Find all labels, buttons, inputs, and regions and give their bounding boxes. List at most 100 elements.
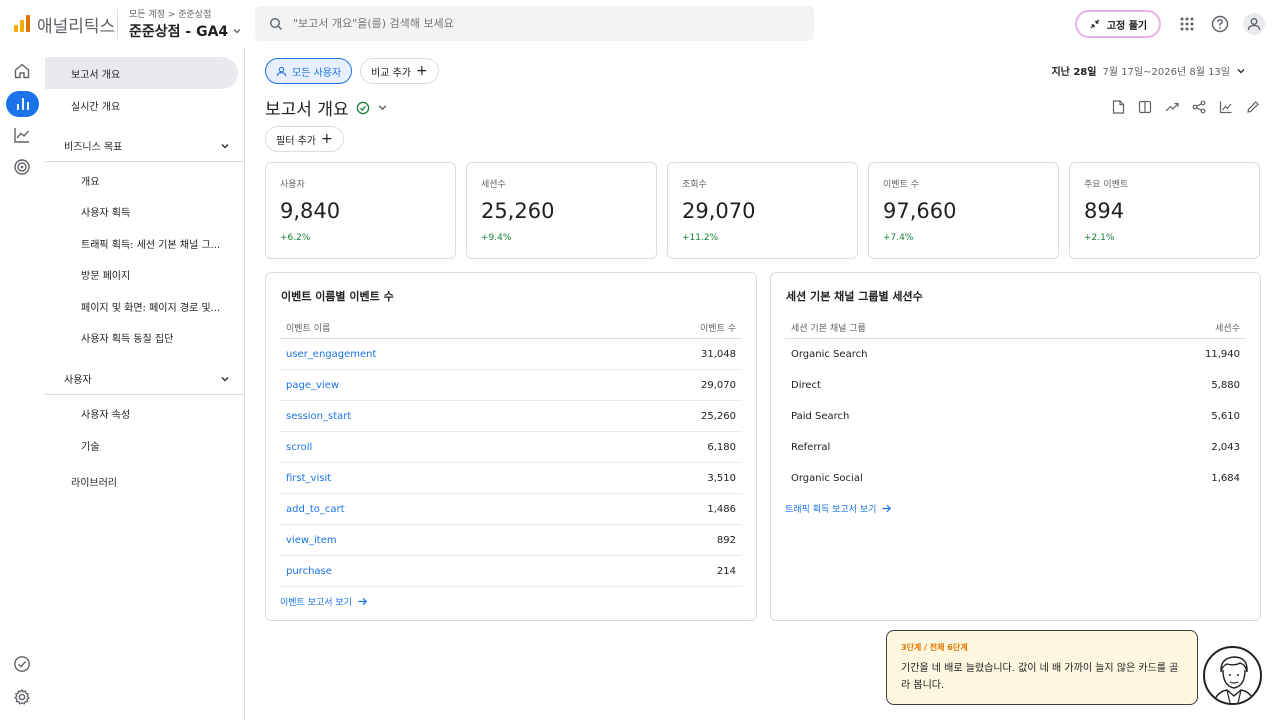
chevron-down-icon: [221, 376, 229, 381]
nav-item-reports-snapshot[interactable]: 보고서 개요: [45, 57, 238, 89]
column-header-sessions[interactable]: 세션수: [1215, 321, 1240, 334]
event-count: 25,260: [701, 410, 736, 422]
account-avatar-icon[interactable]: [1243, 13, 1265, 35]
view-traffic-acquisition-link[interactable]: 트래픽 획득 보고서 보기: [785, 502, 892, 515]
date-range-selector[interactable]: 지난 28일 7월 17일~2026년 8월 13일: [1051, 63, 1246, 78]
table-row: session_start 25,260: [280, 401, 742, 432]
nav-item-user-acquisition[interactable]: 사용자 획득: [45, 195, 238, 227]
advertising-target-icon[interactable]: [11, 156, 33, 178]
home-icon[interactable]: [11, 60, 33, 82]
explore-icon[interactable]: [11, 124, 33, 146]
chevron-down-icon: [1237, 68, 1245, 73]
nav-item-traffic-acquisition[interactable]: 트래픽 획득: 세션 기본 채널 그...: [45, 227, 238, 259]
unpin-button[interactable]: 고정 풀기: [1075, 10, 1161, 38]
nav-item-acquisition-cohort[interactable]: 사용자 획득 동질 집단: [45, 321, 238, 353]
check-circle-icon[interactable]: [11, 653, 33, 675]
link-label: 트래픽 획득 보고서 보기: [785, 505, 877, 515]
date-range-preset: 지난 28일: [1051, 67, 1097, 78]
search-bar[interactable]: [255, 6, 814, 41]
metric-change: +2.1%: [1084, 233, 1115, 243]
panel-title: 세션 기본 채널 그룹별 세션수: [786, 290, 923, 303]
property-selector[interactable]: 준준상점 - GA4: [129, 21, 242, 41]
nav-section-user[interactable]: 사용자: [45, 363, 244, 395]
account-breadcrumb[interactable]: 모든 계정 > 준준상점: [129, 7, 211, 20]
segment-chip-all-users[interactable]: 모든 사용자: [265, 58, 353, 84]
metric-card-views[interactable]: 조회수 29,070 +11.2%: [667, 162, 858, 259]
metric-label: 주요 이벤트: [1084, 180, 1129, 190]
plus-icon: +: [320, 131, 333, 147]
session-count: 5,610: [1211, 411, 1240, 422]
metric-card-sessions[interactable]: 세션수 25,260 +9.4%: [466, 162, 657, 259]
event-name-link[interactable]: scroll: [286, 442, 312, 453]
event-count: 214: [716, 565, 736, 577]
add-filter-chip[interactable]: 필터 추가 +: [265, 126, 344, 152]
view-events-report-link[interactable]: 이벤트 보고서 보기: [280, 595, 368, 608]
event-name-link[interactable]: first_visit: [286, 473, 331, 484]
link-label: 이벤트 보고서 보기: [280, 598, 352, 608]
add-comparison-label: 비교 추가: [371, 67, 411, 79]
nav-item-overview[interactable]: 개요: [45, 164, 238, 196]
chart-line-icon[interactable]: [1217, 98, 1235, 116]
table-row: Paid Search 5,610: [785, 401, 1246, 432]
user-icon: [276, 66, 287, 76]
metric-card-key-events[interactable]: 주요 이벤트 894 +2.1%: [1069, 162, 1260, 259]
guide-message: 기간을 네 배로 늘렸습니다. 값이 네 배 가까이 늘지 않은 카드를 골라 …: [901, 663, 1179, 691]
document-icon[interactable]: [1109, 98, 1127, 116]
analytics-logo-icon[interactable]: [14, 15, 30, 32]
event-name-link[interactable]: purchase: [286, 566, 332, 577]
column-header-channel-group[interactable]: 세션 기본 채널 그룹: [791, 321, 866, 334]
share-icon[interactable]: [1190, 98, 1208, 116]
help-icon[interactable]: [1209, 13, 1231, 35]
insights-trend-icon[interactable]: [1163, 98, 1181, 116]
event-name-link[interactable]: add_to_cart: [286, 504, 345, 515]
channels-table: 세션 기본 채널 그룹 세션수 Organic Search 11,940 Dir…: [785, 317, 1246, 494]
event-count: 31,048: [701, 348, 736, 360]
apps-grid-icon[interactable]: [1176, 13, 1198, 35]
event-name-link[interactable]: session_start: [286, 411, 351, 422]
nav-item-user-attributes[interactable]: 사용자 속성: [45, 397, 238, 429]
nav-item-landing-page[interactable]: 방문 페이지: [45, 258, 238, 290]
session-count: 2,043: [1211, 442, 1240, 453]
add-comparison-chip[interactable]: 비교 추가 +: [360, 58, 439, 84]
search-icon: [269, 17, 282, 30]
page-title-text: 보고서 개요: [265, 100, 349, 120]
metric-card-event-count[interactable]: 이벤트 수 97,660 +7.4%: [868, 162, 1059, 259]
page-title: 보고서 개요: [265, 95, 388, 120]
event-name-link[interactable]: user_engagement: [286, 349, 376, 360]
nav-item-pages-screens[interactable]: 페이지 및 화면: 페이지 경로 및...: [45, 290, 238, 322]
edit-pencil-icon[interactable]: [1244, 98, 1262, 116]
metric-value: 9,840: [280, 199, 341, 223]
column-header-event-name[interactable]: 이벤트 이름: [286, 321, 330, 334]
metric-value: 25,260: [481, 199, 555, 223]
settings-gear-icon[interactable]: [11, 686, 33, 708]
nav-item-library[interactable]: 라이브러리: [45, 465, 238, 497]
unpin-label: 고정 풀기: [1106, 20, 1148, 32]
event-count: 3,510: [707, 472, 736, 484]
events-table: 이벤트 이름 이벤트 수 user_engagement 31,048 page_…: [280, 317, 742, 587]
event-count: 1,486: [707, 503, 736, 515]
table-row: Organic Social 1,684: [785, 463, 1246, 494]
compare-columns-icon[interactable]: [1136, 98, 1154, 116]
table-row: user_engagement 31,048: [280, 339, 742, 370]
nav-item-tech[interactable]: 기술: [45, 429, 238, 461]
event-name-link[interactable]: view_item: [286, 535, 337, 546]
metric-card-users[interactable]: 사용자 9,840 +6.2%: [265, 162, 456, 259]
event-name-link[interactable]: page_view: [286, 380, 339, 391]
chevron-down-icon[interactable]: [377, 102, 388, 113]
nav-section-label: 사용자: [64, 375, 92, 386]
reports-icon[interactable]: [6, 91, 39, 117]
nav-item-realtime[interactable]: 실시간 개요: [45, 89, 238, 121]
event-count: 6,180: [707, 441, 736, 453]
metric-value: 29,070: [682, 199, 756, 223]
table-row: first_visit 3,510: [280, 463, 742, 494]
table-header: 이벤트 이름 이벤트 수: [280, 317, 742, 339]
chevron-down-icon: [221, 143, 229, 148]
column-header-event-count[interactable]: 이벤트 수: [700, 321, 736, 334]
search-input[interactable]: [293, 17, 773, 30]
verified-check-icon: [356, 101, 369, 114]
metric-label: 이벤트 수: [883, 180, 919, 190]
arrow-right-icon: [358, 597, 367, 606]
channel-name: Referral: [791, 442, 831, 453]
nav-section-business-objectives[interactable]: 비즈니스 목표: [45, 130, 244, 162]
table-row: purchase 214: [280, 556, 742, 587]
